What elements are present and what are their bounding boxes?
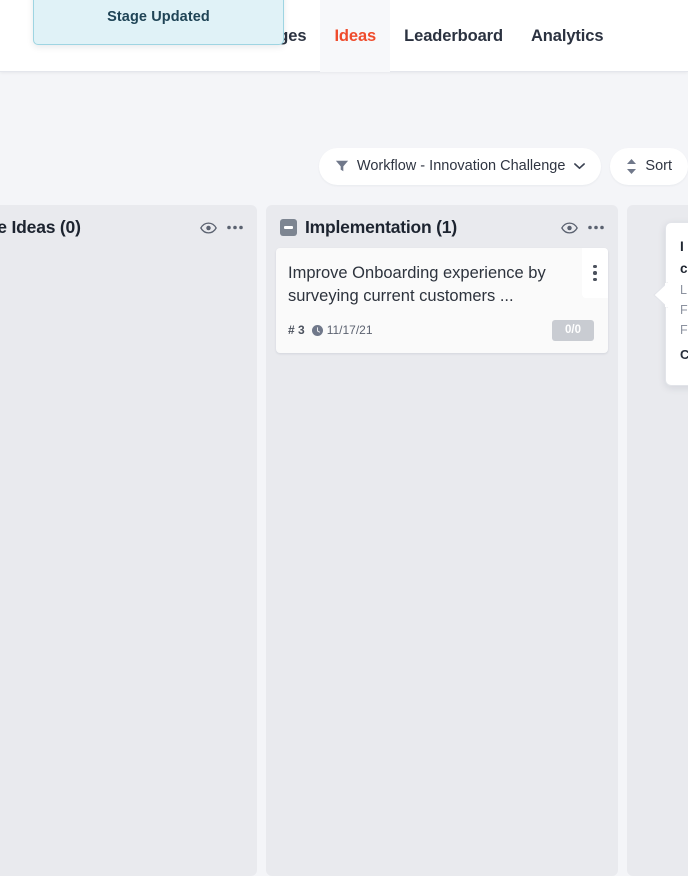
popover-footer: C	[680, 344, 688, 366]
filter-icon	[335, 159, 349, 173]
idea-card-menu-icon[interactable]	[582, 248, 608, 298]
sort-label: Sort	[645, 157, 672, 174]
eye-icon[interactable]	[561, 222, 578, 234]
clock-icon	[311, 324, 323, 336]
kanban-board: efine Ideas (0)	[0, 205, 688, 876]
collapse-column-icon[interactable]	[280, 219, 297, 236]
idea-card-title: Improve Onboarding experience by surveyi…	[288, 264, 546, 306]
idea-number: # 3	[288, 323, 305, 337]
idea-date-label: 11/17/21	[326, 323, 373, 338]
idea-vote-badge: 0/0	[552, 320, 594, 341]
nav-item-ideas-label: Ideas	[334, 26, 377, 45]
stage-updated-toast[interactable]: Stage Updated	[33, 0, 284, 45]
column-title: Implementation (1)	[305, 217, 457, 237]
column-header: efine Ideas (0)	[0, 205, 257, 246]
popover-body-line-1: L	[680, 282, 687, 297]
eye-icon[interactable]	[200, 222, 217, 234]
popover-body-line-3: F	[680, 323, 688, 338]
nav-item-analytics[interactable]: Analytics	[517, 16, 617, 57]
nav-item-leaderboard-label: Leaderboard	[404, 26, 503, 45]
toast-message: Stage Updated	[107, 8, 210, 25]
popover-body-line-2: F	[680, 302, 688, 317]
idea-date: 11/17/21	[311, 323, 373, 338]
column-header: Implementation (1)	[266, 205, 618, 246]
board-toolbar: Workflow - Innovation Challenge Sort	[0, 147, 688, 185]
column-title: efine Ideas (0)	[0, 217, 81, 237]
nav-item-ideas[interactable]: Ideas	[320, 0, 391, 72]
app-root: ) Challenges Ideas Leaderboard Analytics…	[0, 0, 688, 876]
nav-item-leaderboard[interactable]: Leaderboard	[390, 16, 517, 57]
sort-icon	[626, 158, 637, 174]
column-header-actions	[561, 222, 604, 234]
workflow-filter-label: Workflow - Innovation Challenge	[356, 157, 566, 174]
idea-card[interactable]: Improve Onboarding experience by surveyi…	[276, 248, 608, 353]
popover-heading-line-1: I	[680, 239, 684, 254]
popover-arrow	[652, 282, 668, 308]
board-column-refine-ideas: efine Ideas (0)	[0, 205, 257, 876]
popover-heading-line-2: c	[680, 260, 688, 276]
workflow-filter-button[interactable]: Workflow - Innovation Challenge	[318, 147, 602, 185]
idea-detail-popover: I c L F F C	[665, 222, 688, 386]
sort-button[interactable]: Sort	[610, 147, 688, 185]
idea-number-label: # 3	[288, 323, 305, 338]
more-icon[interactable]	[227, 225, 243, 230]
column-header-actions	[200, 222, 243, 234]
board-column-implementation: Implementation (1) Improve Onboarding ex…	[266, 205, 618, 876]
nav-item-analytics-label: Analytics	[530, 26, 604, 45]
idea-card-meta: # 3 11/17/21 0/0	[288, 320, 594, 341]
chevron-down-icon	[574, 159, 586, 173]
more-icon[interactable]	[588, 225, 604, 230]
